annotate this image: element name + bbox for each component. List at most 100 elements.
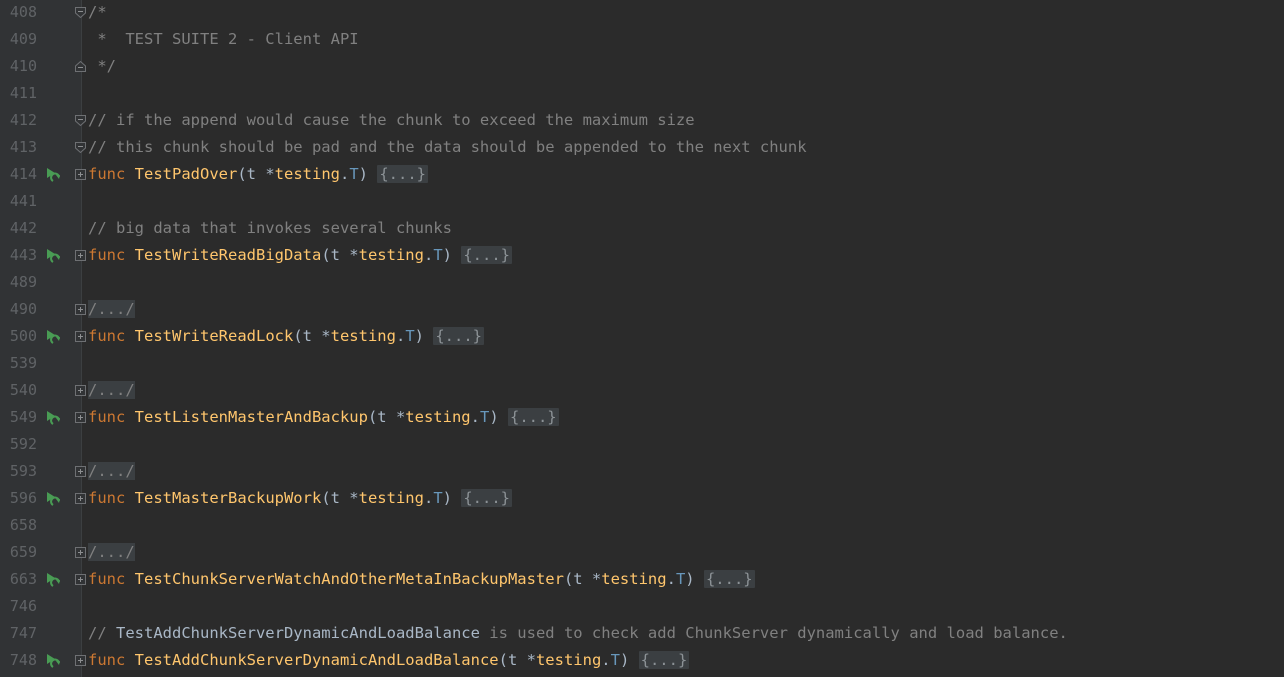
code-line[interactable]: 746	[0, 593, 1284, 620]
folded-body[interactable]: {...}	[461, 246, 512, 264]
code-text[interactable]: func TestAddChunkServerDynamicAndLoadBal…	[88, 647, 690, 674]
code-text[interactable]: * TEST SUITE 2 - Client API	[88, 26, 358, 53]
fold-expand-icon[interactable]	[75, 385, 86, 396]
line-number[interactable]: 442	[0, 215, 37, 242]
code-text[interactable]: func TestWriteReadBigData(t *testing.T) …	[88, 242, 512, 269]
code-line[interactable]: 596 func TestMasterBackupWork(t *testing.…	[0, 485, 1284, 512]
code-line[interactable]: 409 * TEST SUITE 2 - Client API	[0, 26, 1284, 53]
code-line[interactable]: 489	[0, 269, 1284, 296]
code-line[interactable]: 408 /*	[0, 0, 1284, 26]
code-line[interactable]: 442 // big data that invokes several chun…	[0, 215, 1284, 242]
fold-expand-icon[interactable]	[75, 547, 86, 558]
code-text[interactable]: func TestChunkServerWatchAndOtherMetaInB…	[88, 566, 755, 593]
fold-collapse-icon[interactable]	[75, 7, 86, 18]
code-line[interactable]: 412 // if the append would cause the chun…	[0, 107, 1284, 134]
code-text[interactable]: */	[88, 53, 116, 80]
line-number[interactable]: 412	[0, 107, 37, 134]
folded-body[interactable]: {...}	[461, 489, 512, 507]
code-text[interactable]: /.../	[88, 458, 135, 485]
code-line[interactable]: 413 // this chunk should be pad and the d…	[0, 134, 1284, 161]
folded-comment[interactable]: /.../	[88, 543, 135, 561]
line-number[interactable]: 658	[0, 512, 37, 539]
line-number[interactable]: 500	[0, 323, 37, 350]
fold-expand-icon[interactable]	[75, 466, 86, 477]
fold-collapse-icon[interactable]	[75, 61, 86, 72]
line-number[interactable]: 490	[0, 296, 37, 323]
code-text[interactable]: func TestMasterBackupWork(t *testing.T) …	[88, 485, 512, 512]
code-text[interactable]: func TestListenMasterAndBackup(t *testin…	[88, 404, 559, 431]
folded-body[interactable]: {...}	[638, 651, 690, 669]
folded-comment[interactable]: /.../	[88, 300, 135, 318]
code-text[interactable]: /.../	[88, 296, 135, 323]
line-number[interactable]: 747	[0, 620, 37, 647]
folded-body[interactable]: {...}	[507, 408, 559, 426]
run-test-icon[interactable]	[44, 247, 62, 265]
fold-expand-icon[interactable]	[75, 250, 86, 261]
code-text[interactable]: // TestAddChunkServerDynamicAndLoadBalan…	[88, 620, 1068, 647]
code-line[interactable]: 414 func TestPadOver(t *testing.T) {...}	[0, 161, 1284, 188]
code-line[interactable]: 549 func TestListenMasterAndBackup(t *tes…	[0, 404, 1284, 431]
line-number[interactable]: 409	[0, 26, 37, 53]
code-text[interactable]: // big data that invokes several chunks	[88, 215, 452, 242]
folded-comment[interactable]: /.../	[88, 462, 135, 480]
code-line[interactable]: 443 func TestWriteReadBigData(t *testing.…	[0, 242, 1284, 269]
line-number[interactable]: 746	[0, 593, 37, 620]
line-number[interactable]: 408	[0, 0, 37, 26]
fold-expand-icon[interactable]	[75, 493, 86, 504]
code-line[interactable]: 490 /.../	[0, 296, 1284, 323]
fold-expand-icon[interactable]	[75, 655, 86, 666]
line-number[interactable]: 443	[0, 242, 37, 269]
code-text[interactable]: // this chunk should be pad and the data…	[88, 134, 807, 161]
code-text[interactable]: // if the append would cause the chunk t…	[88, 107, 695, 134]
code-text[interactable]: /*	[88, 0, 107, 26]
line-number[interactable]: 593	[0, 458, 37, 485]
fold-collapse-icon[interactable]	[75, 142, 86, 153]
line-number[interactable]: 441	[0, 188, 37, 215]
code-line[interactable]: 659 /.../	[0, 539, 1284, 566]
run-test-icon[interactable]	[44, 409, 62, 427]
line-number[interactable]: 410	[0, 53, 37, 80]
fold-expand-icon[interactable]	[75, 169, 86, 180]
code-editor[interactable]: 408/* 409 * TEST SUITE 2 - Client API 410 …	[0, 0, 1284, 677]
fold-expand-icon[interactable]	[75, 574, 86, 585]
folded-comment[interactable]: /.../	[88, 381, 135, 399]
code-line[interactable]: 411	[0, 80, 1284, 107]
run-test-icon[interactable]	[44, 166, 62, 184]
folded-body[interactable]: {...}	[703, 570, 755, 588]
line-number[interactable]: 592	[0, 431, 37, 458]
code-line[interactable]: 663 func TestChunkServerWatchAndOtherMeta…	[0, 566, 1284, 593]
code-line[interactable]: 540 /.../	[0, 377, 1284, 404]
run-test-icon[interactable]	[44, 652, 62, 670]
code-text[interactable]: /.../	[88, 539, 135, 566]
code-text[interactable]: /.../	[88, 377, 135, 404]
code-line[interactable]: 747 // TestAddChunkServerDynamicAndLoadBa…	[0, 620, 1284, 647]
line-number[interactable]: 596	[0, 485, 37, 512]
code-line[interactable]: 500 func TestWriteReadLock(t *testing.T) …	[0, 323, 1284, 350]
line-number[interactable]: 549	[0, 404, 37, 431]
line-number[interactable]: 659	[0, 539, 37, 566]
line-number[interactable]: 748	[0, 647, 37, 674]
line-number[interactable]: 489	[0, 269, 37, 296]
code-line[interactable]: 658	[0, 512, 1284, 539]
line-number[interactable]: 540	[0, 377, 37, 404]
code-line[interactable]: 539	[0, 350, 1284, 377]
folded-body[interactable]: {...}	[377, 165, 429, 183]
code-text[interactable]: func TestWriteReadLock(t *testing.T) {..…	[88, 323, 484, 350]
folded-body[interactable]: {...}	[433, 327, 484, 345]
code-line[interactable]: 593 /.../	[0, 458, 1284, 485]
code-line[interactable]: 441	[0, 188, 1284, 215]
line-number[interactable]: 663	[0, 566, 37, 593]
line-number[interactable]: 414	[0, 161, 37, 188]
code-text[interactable]: func TestPadOver(t *testing.T) {...}	[88, 161, 429, 188]
fold-expand-icon[interactable]	[75, 304, 86, 315]
run-test-icon[interactable]	[44, 490, 62, 508]
fold-expand-icon[interactable]	[75, 331, 86, 342]
line-number[interactable]: 413	[0, 134, 37, 161]
line-number[interactable]: 411	[0, 80, 37, 107]
run-test-icon[interactable]	[44, 328, 62, 346]
code-line[interactable]: 748 func TestAddChunkServerDynamicAndLoad…	[0, 647, 1284, 674]
run-test-icon[interactable]	[44, 571, 62, 589]
code-line[interactable]: 410 */	[0, 53, 1284, 80]
code-line[interactable]: 592	[0, 431, 1284, 458]
fold-collapse-icon[interactable]	[75, 115, 86, 126]
